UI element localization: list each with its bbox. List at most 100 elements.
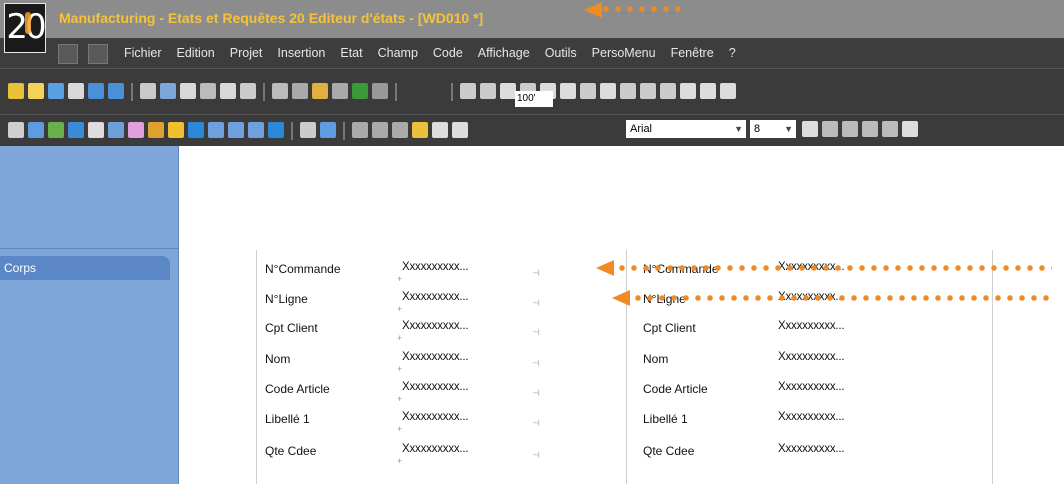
field-label[interactable]: N°Ligne bbox=[265, 292, 308, 306]
format-tool-icon[interactable] bbox=[28, 122, 44, 138]
field-label[interactable]: Qte Cdee bbox=[265, 444, 316, 458]
format-tool-icon[interactable] bbox=[168, 122, 184, 138]
format-tool-icon[interactable] bbox=[248, 122, 264, 138]
field-value[interactable]: Xxxxxxxxxx... bbox=[778, 381, 845, 393]
toolbar-tool-icon[interactable] bbox=[620, 83, 636, 99]
field-label[interactable]: Cpt Client bbox=[265, 321, 318, 335]
format-tool-icon[interactable] bbox=[300, 122, 316, 138]
field-label[interactable]: N°Commande bbox=[265, 262, 341, 276]
toolbar-tool-icon[interactable] bbox=[352, 83, 368, 99]
toolbar-tool-icon[interactable] bbox=[8, 83, 24, 99]
menu-item[interactable]: Fenêtre bbox=[671, 46, 714, 60]
format-tool-icon[interactable] bbox=[412, 122, 428, 138]
font-size-select[interactable]: 8 ▼ bbox=[750, 120, 796, 138]
toolbar-tool-icon[interactable] bbox=[500, 83, 516, 99]
toolbar-tool-icon[interactable] bbox=[292, 83, 308, 99]
toolbar-tool-icon[interactable] bbox=[460, 83, 476, 99]
toolbar-tool-icon[interactable] bbox=[200, 83, 216, 99]
format-tool-icon[interactable] bbox=[432, 122, 448, 138]
format-tool-icon[interactable] bbox=[452, 122, 468, 138]
toolbar-tool-icon[interactable] bbox=[272, 83, 288, 99]
menu-item[interactable]: Etat bbox=[340, 46, 362, 60]
toolbar-tool-icon[interactable] bbox=[580, 83, 596, 99]
field-label[interactable]: Libellé 1 bbox=[265, 412, 310, 426]
toolbar-tool-icon[interactable] bbox=[68, 83, 84, 99]
field-value[interactable]: Xxxxxxxxxx... bbox=[778, 411, 845, 423]
toolbar-tool-icon[interactable] bbox=[48, 83, 64, 99]
field-value[interactable]: Xxxxxxxxxx... bbox=[402, 351, 469, 363]
border-tool-icon[interactable] bbox=[842, 121, 858, 137]
toolbar-tool-icon[interactable] bbox=[700, 83, 716, 99]
toolbar-tool-icon[interactable] bbox=[640, 83, 656, 99]
toolbar-tool-icon[interactable] bbox=[88, 83, 104, 99]
toolbar-tool-icon[interactable] bbox=[660, 83, 676, 99]
field-value[interactable]: Xxxxxxxxxx... bbox=[402, 381, 469, 393]
field-label[interactable]: Code Article bbox=[265, 382, 330, 396]
border-tool-icon[interactable] bbox=[802, 121, 818, 137]
zoom-select[interactable]: 100' bbox=[515, 91, 553, 107]
toolbar-tool-icon[interactable] bbox=[28, 83, 44, 99]
menu-item[interactable]: Projet bbox=[230, 46, 263, 60]
menu-item[interactable]: ? bbox=[729, 46, 736, 60]
toolbar-tool-icon[interactable] bbox=[480, 83, 496, 99]
format-tool-icon[interactable] bbox=[48, 122, 64, 138]
field-label[interactable]: Cpt Client bbox=[643, 321, 696, 335]
border-tool-icon[interactable] bbox=[882, 121, 898, 137]
border-tool-icon[interactable] bbox=[902, 121, 918, 137]
menu-item[interactable]: Code bbox=[433, 46, 463, 60]
format-tool-icon[interactable] bbox=[392, 122, 408, 138]
field-label[interactable]: Code Article bbox=[643, 382, 708, 396]
field-value[interactable]: Xxxxxxxxxx... bbox=[402, 291, 469, 303]
format-tool-icon[interactable] bbox=[8, 122, 24, 138]
toolbar-tool-icon[interactable] bbox=[372, 83, 388, 99]
menu-item[interactable]: Champ bbox=[378, 46, 418, 60]
border-tool-icon[interactable] bbox=[822, 121, 838, 137]
field-value[interactable]: Xxxxxxxxxx... bbox=[402, 411, 469, 423]
section-tab-corps[interactable]: Corps bbox=[0, 256, 170, 280]
toolbar-tool-icon[interactable] bbox=[312, 83, 328, 99]
field-value[interactable]: Xxxxxxxxxx... bbox=[778, 351, 845, 363]
field-label[interactable]: Libellé 1 bbox=[643, 412, 688, 426]
toolbar-tool-icon[interactable] bbox=[240, 83, 256, 99]
window-grid-icon[interactable] bbox=[58, 44, 78, 64]
chevron-down-icon[interactable]: ▼ bbox=[784, 120, 793, 138]
format-tool-icon[interactable] bbox=[352, 122, 368, 138]
field-value[interactable]: Xxxxxxxxxx... bbox=[402, 443, 469, 455]
font-name-select[interactable]: Arial ▼ bbox=[626, 120, 746, 138]
field-value[interactable]: Xxxxxxxxxx... bbox=[778, 320, 845, 332]
toolbar-tool-icon[interactable] bbox=[600, 83, 616, 99]
format-tool-icon[interactable] bbox=[188, 122, 204, 138]
border-tool-icon[interactable] bbox=[862, 121, 878, 137]
menu-item[interactable]: Insertion bbox=[277, 46, 325, 60]
format-tool-icon[interactable] bbox=[148, 122, 164, 138]
toolbar-tool-icon[interactable] bbox=[220, 83, 236, 99]
format-tool-icon[interactable] bbox=[208, 122, 224, 138]
window-panel-icon[interactable] bbox=[88, 44, 108, 64]
menu-item[interactable]: Outils bbox=[545, 46, 577, 60]
format-tool-icon[interactable] bbox=[268, 122, 284, 138]
toolbar-tool-icon[interactable] bbox=[720, 83, 736, 99]
toolbar-tool-icon[interactable] bbox=[560, 83, 576, 99]
chevron-down-icon[interactable]: ▼ bbox=[734, 120, 743, 138]
format-tool-icon[interactable] bbox=[372, 122, 388, 138]
header-section-block[interactable] bbox=[0, 146, 178, 249]
format-tool-icon[interactable] bbox=[320, 122, 336, 138]
format-tool-icon[interactable] bbox=[68, 122, 84, 138]
format-tool-icon[interactable] bbox=[128, 122, 144, 138]
toolbar-tool-icon[interactable] bbox=[140, 83, 156, 99]
menu-item[interactable]: PersoMenu bbox=[592, 46, 656, 60]
field-value[interactable]: Xxxxxxxxxx... bbox=[778, 443, 845, 455]
menu-item[interactable]: Affichage bbox=[478, 46, 530, 60]
field-value[interactable]: Xxxxxxxxxx... bbox=[402, 261, 469, 273]
field-label[interactable]: Nom bbox=[265, 352, 290, 366]
format-tool-icon[interactable] bbox=[108, 122, 124, 138]
format-tool-icon[interactable] bbox=[228, 122, 244, 138]
field-label[interactable]: Nom bbox=[643, 352, 668, 366]
toolbar-tool-icon[interactable] bbox=[680, 83, 696, 99]
toolbar-tool-icon[interactable] bbox=[180, 83, 196, 99]
menu-item[interactable]: Edition bbox=[177, 46, 215, 60]
toolbar-tool-icon[interactable] bbox=[160, 83, 176, 99]
field-label[interactable]: Qte Cdee bbox=[643, 444, 694, 458]
toolbar-tool-icon[interactable] bbox=[332, 83, 348, 99]
menu-item[interactable]: Fichier bbox=[124, 46, 162, 60]
